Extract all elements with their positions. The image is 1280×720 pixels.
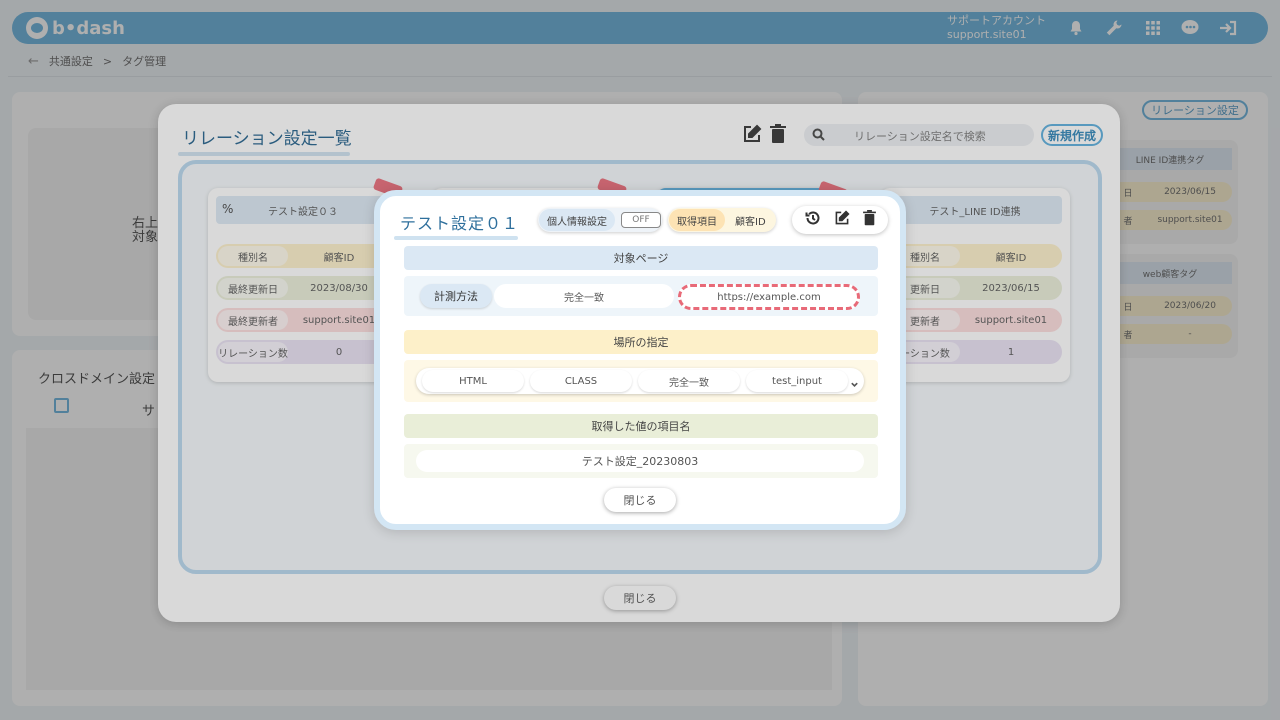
location-value[interactable]: test_input	[746, 370, 848, 392]
location-match-type[interactable]: 完全一致	[638, 370, 740, 392]
edit-icon[interactable]	[834, 210, 850, 230]
target-url-field[interactable]: https://example.com	[678, 284, 860, 310]
measurement-method-label: 計測方法	[420, 284, 492, 308]
history-icon[interactable]	[805, 210, 821, 230]
chevron-down-icon[interactable]	[850, 374, 859, 393]
detail-title: テスト設定０１	[393, 210, 519, 240]
location-heading: 場所の指定	[404, 330, 878, 354]
personal-info-label: 個人情報設定	[539, 209, 615, 231]
detail-close-button[interactable]: 閉じる	[604, 488, 676, 512]
item-name-section: テスト設定_20230803	[404, 444, 878, 478]
trash-icon[interactable]	[862, 210, 876, 230]
personal-info-toggle[interactable]: OFF	[621, 212, 661, 228]
acquired-item: 取得項目 顧客ID	[668, 208, 776, 232]
item-name-heading: 取得した値の項目名	[404, 414, 878, 438]
target-page-heading: 対象ページ	[404, 246, 878, 270]
target-page-section: 完全一致 計測方法 https://example.com	[404, 276, 878, 316]
detail-action-bar	[792, 206, 888, 234]
location-section: HTML CLASS 完全一致 test_input	[404, 360, 878, 402]
personal-info-setting: 個人情報設定 OFF	[538, 208, 662, 232]
measurement-method-value[interactable]: 完全一致	[494, 284, 674, 308]
acquired-item-label: 取得項目	[669, 209, 725, 231]
relation-detail-modal: テスト設定０１ 個人情報設定 OFF 取得項目 顧客ID 対象ページ 完全一致 …	[374, 190, 906, 530]
location-selector-row: HTML CLASS 完全一致 test_input	[416, 368, 864, 394]
location-element-type[interactable]: HTML	[422, 370, 524, 392]
item-name-value: テスト設定_20230803	[416, 450, 864, 472]
location-attribute[interactable]: CLASS	[530, 370, 632, 392]
acquired-item-value: 顧客ID	[735, 216, 766, 228]
